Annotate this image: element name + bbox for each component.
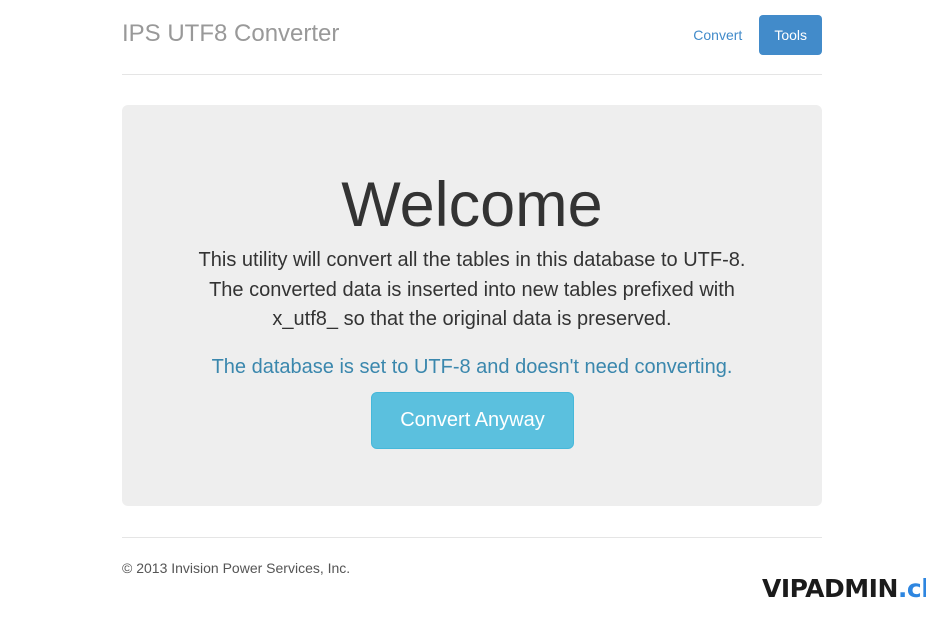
intro-line: The converted data is inserted into new … [209,278,735,301]
header: IPS UTF8 Converter Convert Tools [122,0,822,75]
welcome-heading: Welcome [341,170,603,240]
copyright-text: © 2013 Invision Power Services, Inc. [122,560,351,576]
intro-line: x_utf8_ so that the original data is pre… [272,308,672,330]
brand-title: IPS UTF8 Converter [122,20,340,47]
intro-line: This utility will convert all the tables… [198,249,746,271]
page: IPS UTF8 Converter Convert Tools Welcome… [0,0,926,623]
status-notice: The database is set to UTF-8 and doesn't… [211,356,733,378]
main-container: IPS UTF8 Converter Convert Tools Welcome… [122,0,822,576]
intro-text: This utility will convert all the tables… [172,246,772,335]
nav-bar: Convert Tools [678,15,822,55]
watermark-suffix-text: .club [897,574,926,603]
watermark-logo: VIPADMIN.club [762,572,926,606]
nav-tools-tab[interactable]: Tools [759,15,822,55]
footer: © 2013 Invision Power Services, Inc. [122,537,822,576]
welcome-panel: Welcome This utility will convert all th… [122,105,822,506]
convert-anyway-button[interactable]: Convert Anyway [371,392,574,449]
watermark-main-text: VIPADMIN [762,574,898,603]
nav-convert-link[interactable]: Convert [678,15,757,55]
